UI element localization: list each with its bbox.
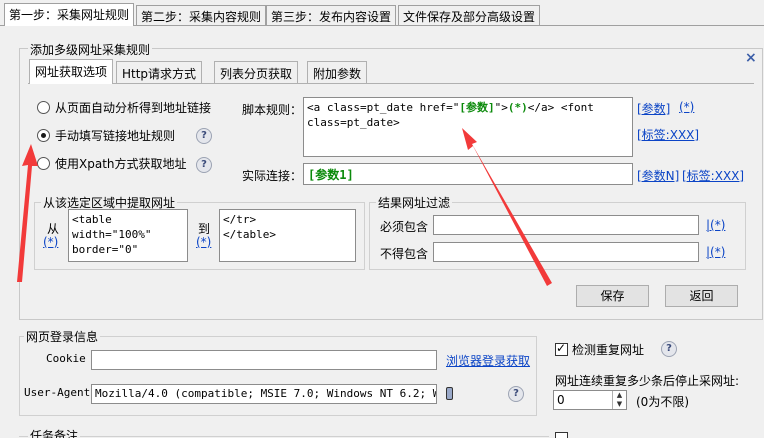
insert-param-link[interactable]: [参数]: [637, 100, 670, 117]
must-include-wildcard-link[interactable]: |(*): [706, 218, 725, 232]
script-rule-text-pre: <a class=pt_date href=": [307, 101, 460, 114]
to-text-input[interactable]: </tr> </table>: [219, 209, 356, 262]
actual-link-label: 实际连接：: [242, 169, 303, 183]
subtab-http-method[interactable]: Http请求方式: [116, 61, 203, 83]
help-icon[interactable]: ?: [196, 128, 212, 144]
radio-xpath[interactable]: [37, 157, 50, 170]
filter-title: 结果网址过滤: [376, 194, 453, 211]
browser-login-link[interactable]: 浏览器登录获取: [446, 352, 530, 369]
subtab-extra-params[interactable]: 附加参数: [307, 61, 368, 83]
to-wildcard-link[interactable]: (*): [196, 235, 211, 249]
help-icon[interactable]: ?: [508, 386, 524, 402]
must-not-include-label: 不得包含: [380, 247, 429, 261]
script-rule-wildcard-token: (*): [507, 101, 528, 114]
stepper-arrows-icon[interactable]: ▲ ▼: [612, 391, 626, 409]
useragent-input[interactable]: Mozilla/4.0 (compatible; MSIE 7.0; Windo…: [91, 384, 437, 404]
from-text-input[interactable]: <table width="100%" border="0": [68, 209, 188, 262]
useragent-label: User-Agent: [24, 386, 91, 399]
from-wildcard-link[interactable]: (*): [43, 235, 58, 249]
script-rule-input[interactable]: <a class=pt_date href="[参数]">(*)</a> <fo…: [303, 97, 633, 157]
login-group: [19, 336, 537, 416]
tab-step1-url-rules[interactable]: 第一步：采集网址规则: [4, 3, 135, 26]
cookie-label: Cookie: [46, 352, 86, 365]
stop-after-hint: (0为不限): [636, 395, 689, 409]
radio-auto-analyze-label: 从页面自动分析得到地址链接: [55, 101, 212, 115]
useragent-picker-icon[interactable]: [446, 387, 453, 400]
close-icon[interactable]: ×: [745, 50, 757, 66]
radio-manual-rule-label: 手动填写链接地址规则: [55, 129, 176, 143]
must-not-include-wildcard-link[interactable]: |(*): [706, 245, 725, 259]
subtab-list-paging[interactable]: 列表分页获取: [214, 61, 299, 83]
sub-tab-line: [28, 83, 754, 84]
back-button[interactable]: 返回: [665, 285, 738, 307]
insert-paramN-link[interactable]: [参数N]: [637, 167, 679, 184]
multi-level-title: 添加多级网址采集规则: [28, 41, 153, 58]
tab-file-save-advanced[interactable]: 文件保存及部分高级设置: [398, 5, 541, 25]
radio-auto-analyze[interactable]: [37, 101, 50, 114]
script-rule-label: 脚本规则：: [242, 103, 303, 117]
task-note-title: 任务备注: [28, 427, 81, 438]
help-icon[interactable]: ?: [661, 341, 677, 357]
login-title: 网页登录信息: [24, 328, 101, 345]
insert-tag-link-2[interactable]: [标签:XXX]: [682, 167, 744, 184]
script-rule-param-token: [参数]: [459, 101, 495, 114]
stop-after-label: 网址连续重复多少条后停止采网址:: [555, 374, 740, 388]
subtab-url-options[interactable]: 网址获取选项: [29, 59, 114, 84]
insert-wildcard-link[interactable]: (*): [679, 100, 694, 114]
radio-xpath-label: 使用Xpath方式获取地址: [55, 157, 187, 171]
save-button[interactable]: 保存: [576, 285, 649, 307]
tab-step3-publish-settings[interactable]: 第三步：发布内容设置: [266, 5, 397, 25]
actual-link-value: [参数1]: [308, 168, 354, 182]
check-duplicate-checkbox[interactable]: [555, 341, 568, 356]
insert-tag-link[interactable]: [标签:XXX]: [637, 126, 699, 143]
actual-link-input[interactable]: [参数1]: [303, 163, 633, 185]
cookie-input[interactable]: [91, 350, 437, 370]
tab-step2-content-rules[interactable]: 第二步：采集内容规则: [136, 5, 267, 25]
help-icon[interactable]: ?: [196, 157, 212, 173]
check-duplicate-label: 检测重复网址: [572, 343, 645, 357]
must-include-label: 必须包含: [380, 220, 429, 234]
task-note-group: [19, 436, 549, 437]
stop-after-value: 0: [557, 393, 565, 407]
must-not-include-input[interactable]: [433, 242, 699, 262]
radio-manual-rule[interactable]: [37, 129, 50, 142]
must-include-input[interactable]: [433, 215, 699, 235]
bottom-option-checkbox[interactable]: [555, 432, 568, 438]
script-rule-text-mid: ">: [494, 101, 508, 114]
